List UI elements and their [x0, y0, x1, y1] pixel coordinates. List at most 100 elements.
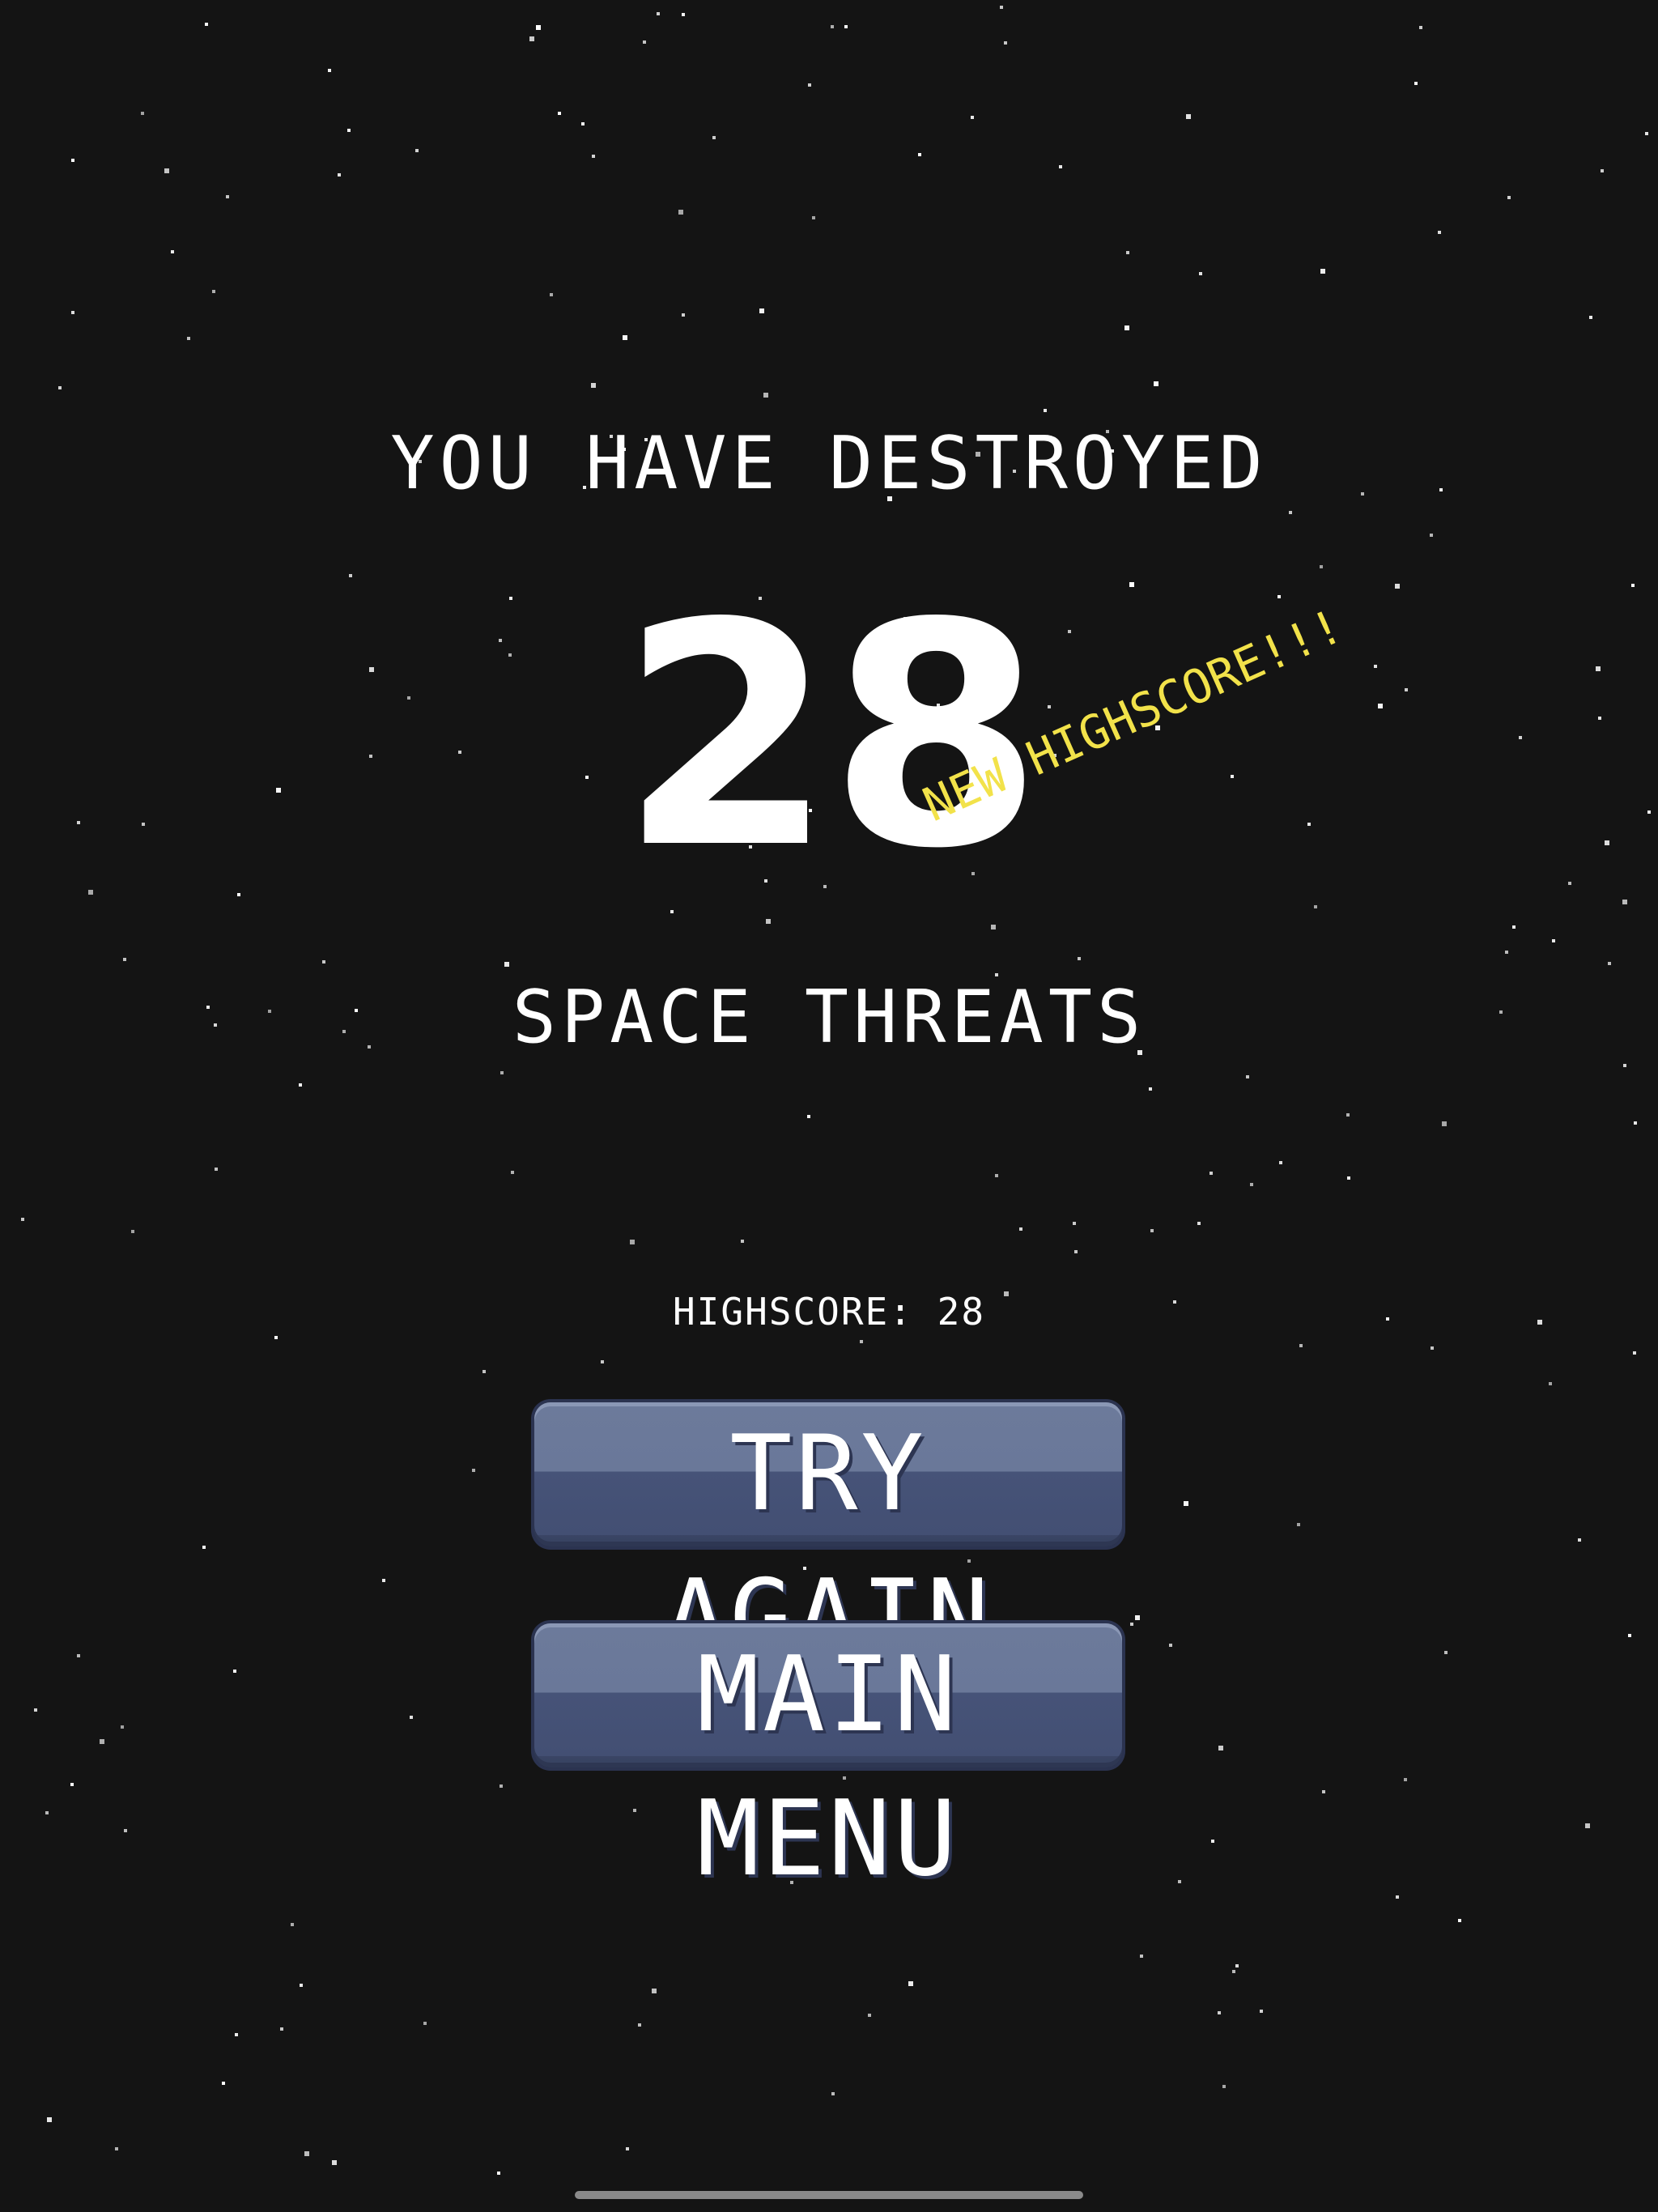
star: [601, 1360, 604, 1363]
star: [1073, 1222, 1076, 1225]
star: [1129, 582, 1134, 587]
star: [131, 1230, 134, 1233]
star: [1314, 905, 1317, 908]
main-menu-label: MAIN MENU: [696, 1635, 960, 1899]
star: [1507, 196, 1511, 199]
star: [971, 116, 974, 119]
star: [630, 1240, 635, 1244]
star: [1169, 1644, 1172, 1647]
star: [1130, 1623, 1133, 1626]
star: [34, 1708, 37, 1712]
star: [115, 2147, 118, 2150]
star: [1634, 1121, 1637, 1125]
star: [1250, 1183, 1253, 1186]
star: [299, 1083, 302, 1087]
star: [536, 25, 541, 30]
star: [58, 386, 62, 389]
star: [212, 290, 215, 293]
star: [652, 1989, 657, 1993]
star: [1589, 316, 1592, 319]
star: [124, 1829, 127, 1832]
star: [504, 962, 509, 967]
star: [237, 893, 240, 896]
star: [766, 919, 771, 924]
star: [712, 136, 716, 139]
star: [1074, 1250, 1078, 1253]
star: [908, 1981, 913, 1986]
star: [1289, 511, 1292, 514]
star: [45, 1811, 49, 1814]
star: [205, 23, 208, 26]
star: [71, 311, 74, 314]
star: [1645, 132, 1648, 135]
main-menu-button[interactable]: MAIN MENU: [534, 1623, 1122, 1899]
star: [1458, 1919, 1461, 1922]
star: [1633, 1351, 1636, 1355]
star: [1154, 381, 1158, 386]
star: [70, 1783, 74, 1786]
star: [844, 25, 848, 28]
star: [1004, 41, 1007, 45]
star: [1322, 1790, 1325, 1793]
star: [1246, 1075, 1249, 1078]
star: [88, 890, 93, 895]
star: [1000, 6, 1003, 9]
star: [1419, 26, 1422, 29]
star: [500, 1071, 504, 1074]
star: [483, 1370, 486, 1373]
star: [332, 2160, 337, 2165]
star: [500, 1784, 503, 1788]
star: [472, 1469, 475, 1472]
star: [291, 1923, 294, 1926]
star: [591, 383, 596, 388]
star: [759, 308, 764, 313]
star: [338, 173, 341, 177]
star: [1622, 900, 1627, 904]
star: [1186, 114, 1191, 119]
star: [812, 216, 815, 219]
score-value: 28: [619, 557, 1044, 916]
star: [1150, 1229, 1154, 1232]
star: [808, 83, 811, 87]
star: [763, 393, 768, 398]
star: [1444, 1651, 1448, 1654]
star: [657, 12, 660, 15]
star: [187, 337, 190, 340]
star: [807, 1115, 810, 1118]
star: [1218, 2011, 1221, 2014]
star: [1149, 1087, 1152, 1091]
star: [171, 250, 174, 253]
star: [300, 1984, 303, 1987]
star: [1442, 1121, 1447, 1126]
star: [121, 1725, 124, 1729]
star: [21, 1218, 24, 1221]
star: [349, 574, 352, 577]
star: [1585, 1823, 1590, 1828]
star: [1347, 1176, 1350, 1180]
star: [1631, 584, 1635, 587]
star: [1135, 1615, 1140, 1620]
star: [1431, 1346, 1434, 1350]
star: [280, 2027, 283, 2031]
star: [558, 112, 561, 115]
star: [1140, 1955, 1143, 1958]
highscore-label: HIGHSCORE: 28: [672, 1290, 986, 1334]
star: [1019, 1227, 1022, 1231]
star: [868, 2014, 871, 2017]
try-again-button[interactable]: TRY AGAIN: [534, 1402, 1122, 1678]
home-indicator[interactable]: [575, 2191, 1083, 2199]
star: [274, 1336, 278, 1339]
star: [1396, 1895, 1399, 1899]
star: [202, 1546, 206, 1549]
star: [1623, 1064, 1626, 1067]
star: [1601, 169, 1604, 172]
star: [423, 2022, 427, 2025]
star: [1178, 1880, 1181, 1883]
star: [529, 36, 534, 41]
star: [1044, 409, 1047, 412]
star: [550, 293, 553, 296]
destroyed-caption: YOU HAVE DESTROYED: [390, 421, 1268, 506]
star: [1549, 1382, 1552, 1385]
star: [141, 112, 144, 115]
star: [1395, 584, 1400, 589]
